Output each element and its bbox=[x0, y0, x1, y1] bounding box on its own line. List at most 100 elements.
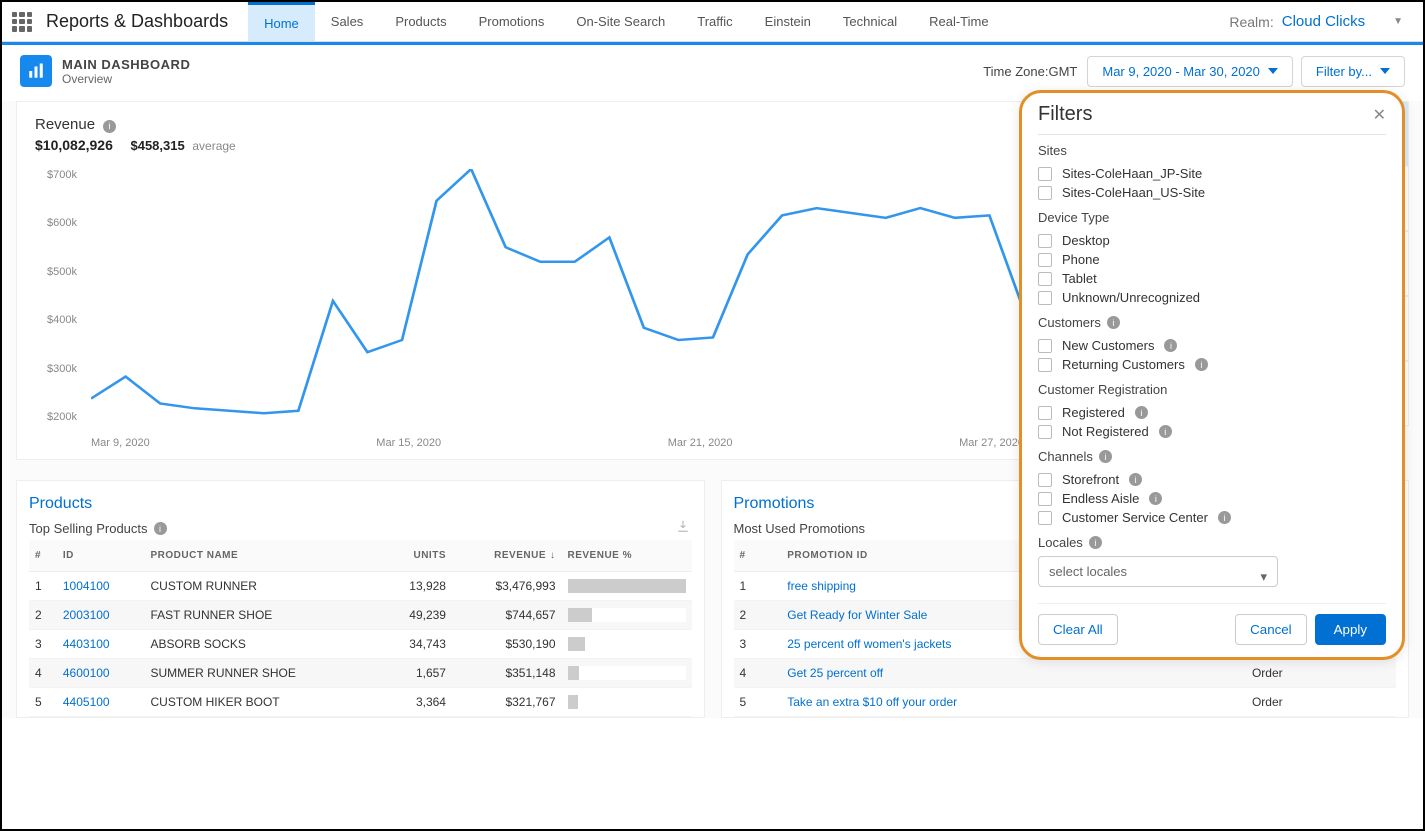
checkbox[interactable] bbox=[1038, 425, 1052, 439]
tab-products[interactable]: Products bbox=[379, 2, 462, 41]
nav-tabs: HomeSalesProductsPromotionsOn-Site Searc… bbox=[248, 2, 1005, 41]
col-header[interactable]: REVENUE % bbox=[562, 540, 692, 572]
col-header[interactable]: REVENUE↓ bbox=[452, 540, 562, 572]
units: 34,743 bbox=[379, 630, 452, 659]
col-header[interactable]: PRODUCT NAME bbox=[145, 540, 380, 572]
filter-option[interactable]: Sites-ColeHaan_US-Site bbox=[1038, 183, 1386, 202]
tab-on-site-search[interactable]: On-Site Search bbox=[560, 2, 681, 41]
promotion-id-link[interactable]: Get Ready for Winter Sale bbox=[787, 608, 927, 622]
filter-option-label: Unknown/Unrecognized bbox=[1062, 290, 1200, 305]
filter-option[interactable]: Unknown/Unrecognized bbox=[1038, 288, 1386, 307]
filter-option[interactable]: Customer Service Centeri bbox=[1038, 508, 1386, 527]
app-launcher-icon[interactable] bbox=[12, 12, 32, 32]
checkbox[interactable] bbox=[1038, 492, 1052, 506]
tab-sales[interactable]: Sales bbox=[315, 2, 380, 41]
col-header[interactable]: # bbox=[734, 540, 782, 572]
filter-option[interactable]: Desktop bbox=[1038, 231, 1386, 250]
checkbox[interactable] bbox=[1038, 272, 1052, 286]
revenue: $3,476,993 bbox=[452, 572, 562, 601]
filter-option-label: Endless Aisle bbox=[1062, 491, 1139, 506]
checkbox[interactable] bbox=[1038, 406, 1052, 420]
promotion-id-link[interactable]: 25 percent off women's jackets bbox=[787, 637, 951, 651]
cancel-button[interactable]: Cancel bbox=[1235, 614, 1307, 645]
close-icon[interactable]: ✕ bbox=[1373, 105, 1386, 125]
locales-select[interactable]: select locales ▾ bbox=[1038, 556, 1278, 587]
product-name: ABSORB SOCKS bbox=[145, 630, 380, 659]
filter-option[interactable]: Returning Customersi bbox=[1038, 355, 1386, 374]
timezone-label: Time Zone:GMT bbox=[983, 64, 1077, 79]
row-number: 1 bbox=[29, 572, 57, 601]
units: 13,928 bbox=[379, 572, 452, 601]
info-icon[interactable]: i bbox=[1218, 511, 1231, 524]
info-icon[interactable]: i bbox=[1099, 450, 1112, 463]
x-axis: Mar 9, 2020Mar 15, 2020Mar 21, 2020Mar 2… bbox=[91, 437, 1024, 449]
filter-option[interactable]: Tablet bbox=[1038, 269, 1386, 288]
app-header: Reports & Dashboards HomeSalesProductsPr… bbox=[2, 2, 1423, 42]
download-icon[interactable] bbox=[676, 519, 690, 536]
checkbox[interactable] bbox=[1038, 253, 1052, 267]
filter-option[interactable]: Storefronti bbox=[1038, 470, 1386, 489]
product-id-link[interactable]: 1004100 bbox=[63, 579, 110, 593]
realm-selector[interactable]: Realm: Cloud Clicks ▼ bbox=[1229, 13, 1413, 30]
tab-technical[interactable]: Technical bbox=[827, 2, 913, 41]
info-icon[interactable]: i bbox=[1107, 316, 1120, 329]
tab-traffic[interactable]: Traffic bbox=[681, 2, 748, 41]
info-icon[interactable]: i bbox=[154, 522, 167, 535]
checkbox[interactable] bbox=[1038, 339, 1052, 353]
product-id-link[interactable]: 4403100 bbox=[63, 637, 110, 651]
tab-real-time[interactable]: Real-Time bbox=[913, 2, 1004, 41]
info-icon[interactable]: i bbox=[1129, 473, 1142, 486]
checkbox[interactable] bbox=[1038, 186, 1052, 200]
promotion-id-link[interactable]: Get 25 percent off bbox=[787, 666, 883, 680]
filter-panel-title: Filters bbox=[1038, 103, 1092, 126]
promotion-id-link[interactable]: Take an extra $10 off your order bbox=[787, 695, 957, 709]
chevron-down-icon bbox=[1268, 68, 1278, 74]
tab-promotions[interactable]: Promotions bbox=[463, 2, 561, 41]
col-header[interactable]: # bbox=[29, 540, 57, 572]
x-tick: Mar 27, 2020 bbox=[959, 437, 1024, 449]
filter-group-title: Customersi bbox=[1038, 315, 1386, 330]
row-number: 2 bbox=[734, 601, 782, 630]
filter-option-label: Sites-ColeHaan_JP-Site bbox=[1062, 166, 1202, 181]
info-icon[interactable]: i bbox=[103, 120, 116, 133]
filter-option[interactable]: Sites-ColeHaan_JP-Site bbox=[1038, 164, 1386, 183]
date-range-picker[interactable]: Mar 9, 2020 - Mar 30, 2020 bbox=[1087, 56, 1293, 87]
revenue-pct-bar bbox=[562, 630, 692, 659]
col-header[interactable]: ID bbox=[57, 540, 145, 572]
filter-option[interactable]: Registeredi bbox=[1038, 403, 1386, 422]
info-icon[interactable]: i bbox=[1135, 406, 1148, 419]
info-icon[interactable]: i bbox=[1089, 536, 1102, 549]
filter-option-label: Desktop bbox=[1062, 233, 1110, 248]
product-id-link[interactable]: 4600100 bbox=[63, 666, 110, 680]
checkbox[interactable] bbox=[1038, 511, 1052, 525]
filter-option[interactable]: New Customersi bbox=[1038, 336, 1386, 355]
filter-option[interactable]: Phone bbox=[1038, 250, 1386, 269]
x-tick: Mar 15, 2020 bbox=[376, 437, 441, 449]
filter-option[interactable]: Endless Aisle i bbox=[1038, 489, 1386, 508]
col-header[interactable]: UNITS bbox=[379, 540, 452, 572]
checkbox[interactable] bbox=[1038, 358, 1052, 372]
checkbox[interactable] bbox=[1038, 291, 1052, 305]
promotion-id-link[interactable]: free shipping bbox=[787, 579, 856, 593]
app-title: Reports & Dashboards bbox=[46, 11, 228, 32]
checkbox[interactable] bbox=[1038, 234, 1052, 248]
revenue: $351,148 bbox=[452, 659, 562, 688]
filter-by-button[interactable]: Filter by... bbox=[1301, 56, 1405, 87]
table-row: 4Get 25 percent offOrder bbox=[734, 659, 1397, 688]
info-icon[interactable]: i bbox=[1195, 358, 1208, 371]
tab-home[interactable]: Home bbox=[248, 2, 315, 41]
info-icon[interactable]: i bbox=[1149, 492, 1162, 505]
row-number: 3 bbox=[734, 630, 782, 659]
checkbox[interactable] bbox=[1038, 473, 1052, 487]
apply-button[interactable]: Apply bbox=[1315, 614, 1386, 645]
filter-option[interactable]: Not Registeredi bbox=[1038, 422, 1386, 441]
checkbox[interactable] bbox=[1038, 167, 1052, 181]
product-id-link[interactable]: 2003100 bbox=[63, 608, 110, 622]
tab-einstein[interactable]: Einstein bbox=[749, 2, 827, 41]
info-icon[interactable]: i bbox=[1159, 425, 1172, 438]
clear-all-button[interactable]: Clear All bbox=[1038, 614, 1118, 645]
table-row: 22003100FAST RUNNER SHOE49,239$744,657 bbox=[29, 601, 692, 630]
product-id-link[interactable]: 4405100 bbox=[63, 695, 110, 709]
info-icon[interactable]: i bbox=[1164, 339, 1177, 352]
filter-by-label: Filter by... bbox=[1316, 64, 1372, 79]
